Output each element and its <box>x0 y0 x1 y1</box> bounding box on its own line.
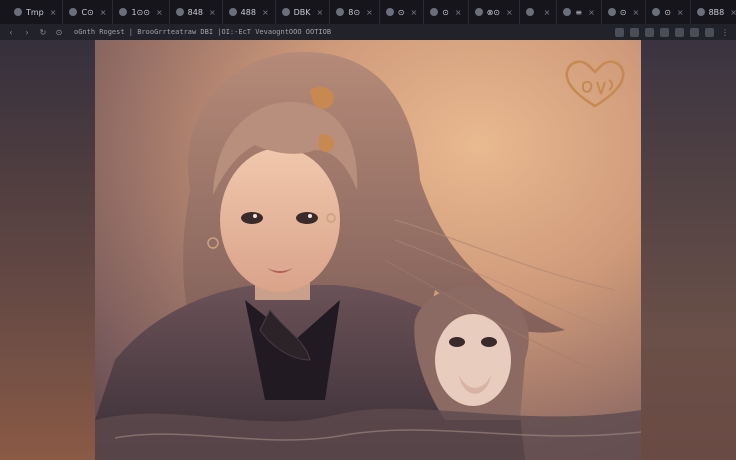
page-icon <box>175 8 184 16</box>
extension-icon[interactable] <box>705 27 714 37</box>
browser-tab[interactable]: ⊙ × <box>602 0 647 24</box>
page-icon <box>228 8 237 16</box>
close-tab-icon[interactable]: × <box>100 8 107 17</box>
browser-tab[interactable]: × <box>520 0 558 24</box>
page-icon <box>385 8 394 16</box>
tab-label: ≡ <box>575 7 583 17</box>
close-tab-icon[interactable]: × <box>455 8 462 17</box>
extension-icon[interactable] <box>630 27 639 37</box>
tab-label: DBK <box>293 7 311 17</box>
browser-tab[interactable]: Tmp × <box>8 0 64 24</box>
extension-icon[interactable] <box>660 27 669 37</box>
artwork-illustration <box>95 51 641 460</box>
browser-tab[interactable]: 8B8 × <box>691 0 736 24</box>
close-tab-icon[interactable]: × <box>632 8 639 17</box>
forward-icon[interactable]: › <box>22 28 32 37</box>
blurred-backdrop-right <box>641 40 736 460</box>
address-toolbar: ‹ › ↻ ⊙ oGnth Rogest | BrooGrrteatraw DB… <box>0 24 736 40</box>
close-tab-icon[interactable]: × <box>730 8 736 17</box>
browser-tab[interactable]: 8⊙ × <box>330 0 380 24</box>
browser-tab[interactable]: 488 × <box>223 0 276 24</box>
page-icon <box>607 8 616 16</box>
extension-icon[interactable] <box>690 27 699 37</box>
artwork-image[interactable] <box>95 40 641 460</box>
tab-label: ⊙ <box>664 7 671 17</box>
page-icon <box>696 8 705 16</box>
lock-icon: ⊙ <box>55 27 63 37</box>
tab-label: 8⊙ <box>348 7 361 17</box>
close-tab-icon[interactable]: × <box>156 8 163 17</box>
browser-tab[interactable]: 848 × <box>170 0 223 24</box>
tab-label: ⊙ <box>442 7 449 17</box>
extension-icon[interactable] <box>675 27 684 37</box>
tab-label: 488 <box>240 7 256 17</box>
extension-icon[interactable] <box>645 27 654 37</box>
blurred-backdrop-left <box>0 40 95 460</box>
browser-tab[interactable]: ⊗⊙ × <box>469 0 520 24</box>
close-tab-icon[interactable]: × <box>506 8 513 17</box>
tab-label: Tmp <box>26 7 44 17</box>
close-tab-icon[interactable]: × <box>410 8 417 17</box>
arrow-icon <box>525 8 534 16</box>
page-icon <box>652 8 661 16</box>
page-icon <box>119 8 128 16</box>
close-tab-icon[interactable]: × <box>50 8 57 17</box>
page-icon <box>430 8 439 16</box>
tab-label: 8B8 <box>708 7 725 17</box>
tab-label: 848 <box>187 7 203 17</box>
tab-label: C⊙ <box>81 7 94 17</box>
browser-tab[interactable]: ⊙ × <box>424 0 469 24</box>
page-icon <box>14 8 22 16</box>
reload-icon[interactable]: ↻ <box>38 28 48 37</box>
tab-label: 1⊙⊙ <box>131 7 150 17</box>
tab-strip: Tmp × C⊙ × 1⊙⊙ × 848 × 488 × DBK × 8⊙ × ⊙ × ⊙ × ⊗⊙ × × ≡ × ⊙ × ⊙ ×… <box>0 0 736 24</box>
browser-tab[interactable]: ≡ × <box>557 0 602 24</box>
close-tab-icon[interactable]: × <box>366 8 373 17</box>
heart-logo-icon <box>565 60 625 108</box>
close-tab-icon[interactable]: × <box>677 8 684 17</box>
tab-label: ⊙ <box>619 7 627 17</box>
page-icon <box>69 8 78 16</box>
close-tab-icon[interactable]: × <box>209 8 216 17</box>
browser-tab[interactable]: C⊙ × <box>63 0 114 24</box>
extension-icon[interactable] <box>615 27 624 37</box>
close-tab-icon[interactable]: × <box>317 8 324 17</box>
image-viewer <box>0 40 736 460</box>
page-icon <box>563 8 572 16</box>
close-tab-icon[interactable]: × <box>262 8 269 17</box>
address-bar-url[interactable]: oGnth Rogest | BrooGrrteatraw DBI |OI:-E… <box>74 28 331 36</box>
menu-icon[interactable]: ⋮ <box>720 28 730 37</box>
close-tab-icon[interactable]: × <box>544 8 551 17</box>
close-tab-icon[interactable]: × <box>588 8 595 17</box>
tab-label: ⊙ <box>397 7 405 17</box>
page-icon <box>281 8 290 16</box>
page-icon <box>336 8 345 16</box>
tab-label: ⊗⊙ <box>486 7 500 17</box>
browser-tab[interactable]: ⊙ × <box>646 0 691 24</box>
browser-tab[interactable]: DBK × <box>276 0 331 24</box>
browser-tab[interactable]: 1⊙⊙ × <box>113 0 170 24</box>
browser-tab[interactable]: ⊙ × <box>380 0 425 24</box>
back-icon[interactable]: ‹ <box>6 28 16 37</box>
page-icon <box>474 8 483 16</box>
